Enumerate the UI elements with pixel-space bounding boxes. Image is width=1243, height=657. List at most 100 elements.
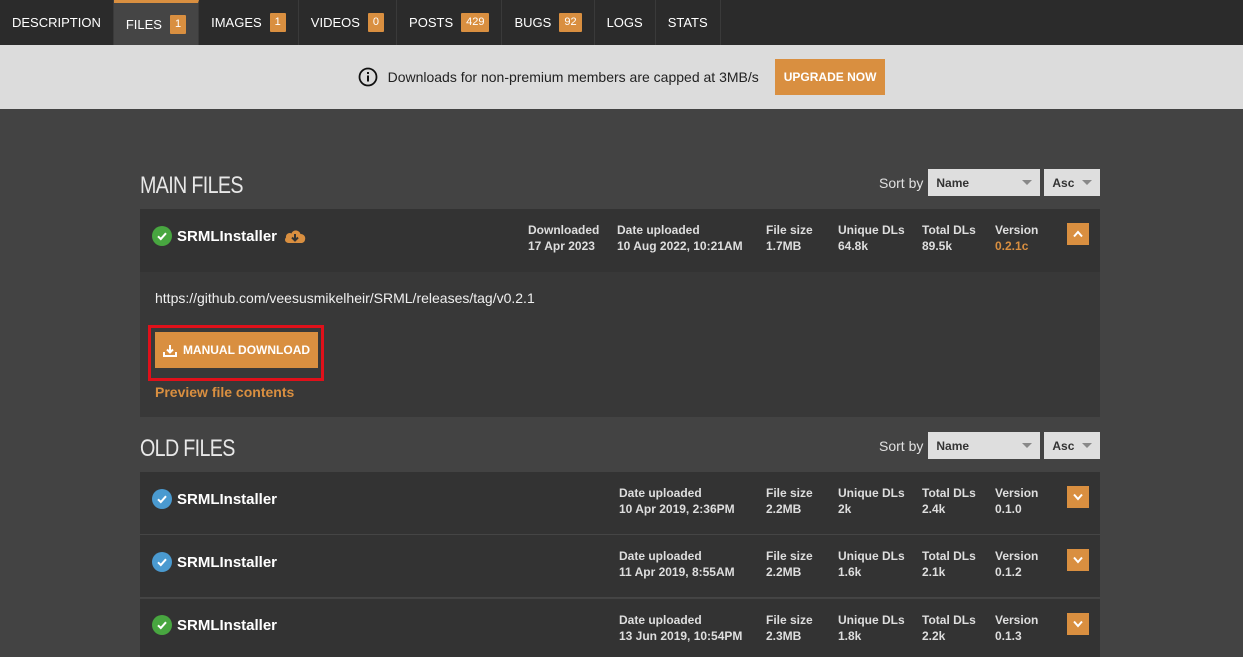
tab-badge: 429 xyxy=(461,13,490,32)
chevron-down-icon xyxy=(1073,620,1083,628)
stat-key: Version xyxy=(995,486,1039,500)
file-size-stat: File size 2.2MB xyxy=(766,548,813,580)
sort-field-value: Name xyxy=(936,175,970,190)
check-icon xyxy=(152,552,172,572)
collapse-toggle[interactable] xyxy=(1067,223,1089,245)
sort-field-select[interactable]: Name xyxy=(928,169,1041,196)
stat-value: 13 Jun 2019, 10:54PM xyxy=(619,629,743,643)
cloud-download-icon xyxy=(285,230,306,243)
file-size-stat: File size 1.7MB xyxy=(766,222,813,254)
check-icon xyxy=(152,226,172,246)
stat-value: 2.2MB xyxy=(766,502,802,516)
main-files-heading: MAIN FILES xyxy=(140,172,243,199)
version-stat: Version 0.1.3 xyxy=(995,612,1038,644)
file-link[interactable]: https://github.com/veesusmikelheir/SRML/… xyxy=(155,290,535,306)
old-file-row[interactable]: SRMLInstaller Date uploaded 11 Apr 2019, … xyxy=(140,535,1100,598)
tab-posts[interactable]: POSTS 429 xyxy=(397,0,503,45)
stat-key: Unique DLs xyxy=(838,613,905,627)
banner-message: Downloads for non-premium members are ca… xyxy=(387,69,759,85)
sort-by-label: Sort by xyxy=(879,437,924,454)
file-name: SRMLInstaller xyxy=(152,489,277,509)
stat-value: 64.8k xyxy=(838,239,869,253)
stat-value: 2.4k xyxy=(922,502,946,516)
tab-stats[interactable]: STATS xyxy=(656,0,721,45)
file-size-stat: File size 2.2MB xyxy=(766,485,813,517)
stat-key: Total DLs xyxy=(922,549,976,563)
stat-key: Version xyxy=(995,549,1039,563)
expand-toggle[interactable] xyxy=(1067,549,1089,571)
tab-bugs[interactable]: BUGS 92 xyxy=(502,0,595,45)
tab-label: VIDEOS xyxy=(310,15,360,30)
tab-badge: 92 xyxy=(559,13,582,32)
sort-field-value: Name xyxy=(936,438,970,453)
total-dls-stat: Total DLs 89.5k xyxy=(922,222,976,254)
date-uploaded-stat: Date uploaded 11 Apr 2019, 8:55AM xyxy=(619,548,735,580)
stat-value: 0.2.1c xyxy=(995,239,1029,253)
old-files-heading: OLD FILES xyxy=(140,435,235,462)
tab-label: IMAGES xyxy=(211,15,262,30)
chevron-down-icon xyxy=(1082,180,1093,185)
stat-value: 0.1.2 xyxy=(995,565,1022,579)
version-stat: Version 0.1.2 xyxy=(995,548,1038,580)
upgrade-now-button[interactable]: UPGRADE NOW xyxy=(774,59,886,95)
chevron-up-icon xyxy=(1073,230,1083,238)
check-icon xyxy=(152,615,172,635)
file-name: SRMLInstaller xyxy=(152,226,307,246)
stat-value: 17 Apr 2023 xyxy=(528,239,595,253)
stat-key: File size xyxy=(766,613,813,627)
tab-label: BUGS xyxy=(514,15,552,30)
stat-value: 2.2k xyxy=(922,629,946,643)
tab-label: STATS xyxy=(667,15,708,30)
date-uploaded-stat: Date uploaded 13 Jun 2019, 10:54PM xyxy=(619,612,742,644)
sort-by-label: Sort by xyxy=(879,174,924,191)
tab-label: LOGS xyxy=(606,15,643,30)
stat-value: 2.1k xyxy=(922,565,946,579)
manual-download-button[interactable]: MANUAL DOWNLOAD xyxy=(155,332,318,368)
tab-badge: 1 xyxy=(269,13,286,32)
sort-direction-select[interactable]: Asc xyxy=(1044,169,1101,196)
file-title: SRMLInstaller xyxy=(177,490,278,508)
tab-bar: DESCRIPTION FILES 1 IMAGES 1 VIDEOS 0 POSTS… xyxy=(0,0,1243,45)
unique-dls-stat: Unique DLs 2k xyxy=(838,485,905,517)
chevron-down-icon xyxy=(1073,493,1083,501)
old-file-row[interactable]: SRMLInstaller Date uploaded 10 Apr 2019, … xyxy=(140,472,1100,535)
sort-field-select[interactable]: Name xyxy=(928,432,1041,459)
download-icon xyxy=(162,344,177,357)
stat-value: 0.1.3 xyxy=(995,629,1022,643)
stat-key: Unique DLs xyxy=(838,223,905,237)
sort-direction-value: Asc xyxy=(1052,175,1075,190)
total-dls-stat: Total DLs 2.2k xyxy=(922,612,976,644)
stat-key: Version xyxy=(995,223,1039,237)
tab-images[interactable]: IMAGES 1 xyxy=(199,0,299,45)
stat-key: Unique DLs xyxy=(838,486,905,500)
unique-dls-stat: Unique DLs 64.8k xyxy=(838,222,905,254)
expand-toggle[interactable] xyxy=(1067,613,1089,635)
stat-key: Date uploaded xyxy=(617,223,700,237)
total-dls-stat: Total DLs 2.4k xyxy=(922,485,976,517)
tab-label: POSTS xyxy=(409,15,454,30)
stat-value: 11 Apr 2019, 8:55AM xyxy=(619,565,735,579)
tab-files[interactable]: FILES 1 xyxy=(113,0,200,45)
downloaded-stat: Downloaded 17 Apr 2023 xyxy=(528,222,599,254)
stat-key: Unique DLs xyxy=(838,549,905,563)
tab-videos[interactable]: VIDEOS 0 xyxy=(299,0,398,45)
stat-value: 2.2MB xyxy=(766,565,802,579)
expand-toggle[interactable] xyxy=(1067,486,1089,508)
chevron-down-icon xyxy=(1082,443,1093,448)
old-file-row[interactable]: SRMLInstaller Date uploaded 13 Jun 2019, … xyxy=(140,599,1100,657)
stat-key: File size xyxy=(766,223,813,237)
main-file-row[interactable]: SRMLInstaller Downloaded 17 Apr 2023 Date… xyxy=(140,209,1100,272)
stat-value: 1.7MB xyxy=(766,239,802,253)
sort-direction-select[interactable]: Asc xyxy=(1044,432,1101,459)
stat-value: 10 Apr 2019, 2:36PM xyxy=(619,502,735,516)
date-uploaded-stat: Date uploaded 10 Aug 2022, 10:21AM xyxy=(617,222,743,254)
tab-logs[interactable]: LOGS xyxy=(595,0,656,45)
tab-label: FILES xyxy=(125,16,162,32)
unique-dls-stat: Unique DLs 1.8k xyxy=(838,612,905,644)
file-name: SRMLInstaller xyxy=(152,552,277,572)
tab-description[interactable]: DESCRIPTION xyxy=(0,0,114,45)
stat-key: Total DLs xyxy=(922,613,976,627)
file-title: SRMLInstaller xyxy=(177,227,278,245)
preview-file-contents-link[interactable]: Preview file contents xyxy=(155,384,294,400)
stat-value: 2k xyxy=(838,502,852,516)
